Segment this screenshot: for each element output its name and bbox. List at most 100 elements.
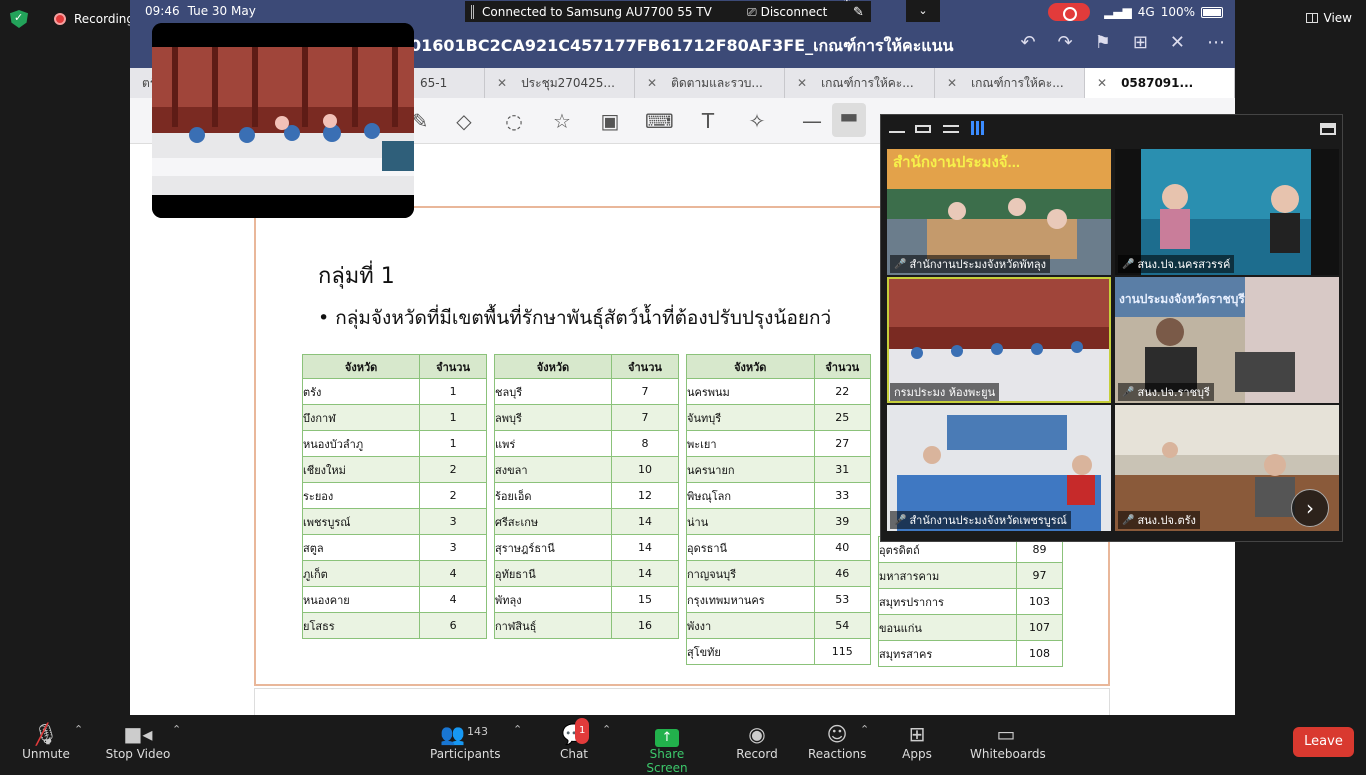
close-icon[interactable]: ✕ [497,76,507,90]
close-icon[interactable]: ✕ [797,76,807,90]
gear-icon[interactable]: ⚙ [841,0,853,5]
chevron-up-icon[interactable]: ⌃ [74,723,83,736]
lasso-icon[interactable]: ◌ [500,108,528,134]
table-row: บึงกาฬ 1 [301,404,487,431]
video-tile[interactable]: งานประมงจังหวัดราชบุรี 🎤 สนง.ปจ.ราชบุรี [1115,277,1339,403]
redo-icon[interactable]: ↷ [1058,32,1073,53]
share-screen-button[interactable]: ↑ Share Screen [630,721,704,775]
province-cell: แพร่ [494,430,612,457]
video-tile-active[interactable]: กรมประมง ห้องพะยูน [887,277,1111,403]
overlay-text: งานประมงจังหวัดราชบุรี [1119,292,1245,307]
record-dot-icon [54,13,66,25]
close-icon[interactable]: ✕ [1097,76,1107,90]
disconnect-button[interactable]: ⎚ Disconnect [747,5,827,20]
whiteboards-button[interactable]: ▭ Whiteboards [970,721,1046,761]
text-box-icon[interactable]: T [694,108,722,134]
pin-icon[interactable]: ✎ [853,5,864,20]
battery-label: 100% [1160,5,1195,19]
image-icon[interactable]: ▣ [596,108,624,134]
minimize-icon[interactable] [889,123,905,133]
share-screen-icon: ↑ [630,721,704,747]
chat-button[interactable]: 💬 1 Chat [557,718,591,761]
thin-line-icon[interactable]: — [798,108,826,134]
active-speaker-video[interactable] [152,23,414,218]
chat-icon: 💬 1 [557,718,591,747]
view-icon [1305,13,1318,23]
count-cell: 40 [813,534,872,561]
video-tile[interactable]: สำนักงานประมงจั... 🎤 สำนักงานประมงจังหวัด… [887,149,1111,275]
chevron-down-icon[interactable]: ⌄ [906,0,940,22]
table-row: สุราษฎร์ธานี 14 [494,534,680,561]
document-title[interactable]: 01601BC2CA921C457177FB61712F80AF3FE_เกณฑ… [410,34,953,59]
col-count: จำนวน [610,354,680,379]
chevron-up-icon[interactable]: ⌃ [513,723,522,736]
pop-out-icon[interactable] [1320,123,1336,135]
sticker-icon[interactable]: ☆ [548,108,576,134]
participant-name: กรมประมง ห้องพะยูน [890,383,1000,401]
leave-button[interactable]: Leave [1293,727,1354,757]
tab-3[interactable]: ✕ ประชุม270425... [485,68,635,98]
tab-4[interactable]: ✕ ติดตามและรวบ... [635,68,785,98]
laser-icon[interactable]: ✧ [743,108,771,134]
count-cell: 33 [813,482,872,509]
tab-7-active[interactable]: ✕ 0587091... [1085,68,1235,98]
participant-name: 🎤 สนง.ปจ.ราชบุรี [1118,383,1214,401]
tools-icon[interactable]: ✕ [1170,32,1185,53]
status-date: Tue 30 May [187,4,256,18]
bookmark-icon[interactable]: ⚑ [1095,32,1111,53]
province-cell: สตูล [301,534,421,561]
data-table-1: จังหวัด จำนวน ตรัง 1 บึงกาฬ 1 หนองบัวลำภู 1 เช… [301,354,487,639]
col-count: จำนวน [419,354,487,379]
province-cell: จันทบุรี [686,404,815,431]
stop-video-button[interactable]: ■◂ Stop Video [105,721,171,761]
mic-off-icon: 🎤 [894,514,907,526]
more-icon[interactable]: ⋯ [1207,32,1225,53]
count-cell: 15 [610,586,680,613]
keyboard-icon[interactable]: ⌨ [645,108,674,134]
tab-6[interactable]: ✕ เกณฑ์การให้คะ... [935,68,1085,98]
participants-button[interactable]: 👥 143 Participants [430,721,501,761]
record-button[interactable]: ◉ Record [735,721,779,761]
undo-icon[interactable]: ↶ [1020,32,1035,53]
table-row: ชลบุรี 7 [494,378,680,405]
add-page-icon[interactable]: ⊞ [1133,32,1148,53]
table-row: ตรัง 1 [301,378,487,405]
cast-off-icon: ⎚ [747,4,757,19]
shapes-icon[interactable]: ◇ [450,108,478,134]
view-button[interactable]: View [1305,11,1352,25]
screen-record-icon [1048,3,1091,21]
chevron-up-icon[interactable]: ⌃ [172,723,181,736]
count-cell: 3 [419,534,487,561]
speaker-view-icon[interactable] [915,125,931,133]
participant-name-text: สำนักงานประมงจังหวัดเพชรบูรณ์ [909,514,1067,527]
count-cell: 27 [813,430,872,457]
close-icon[interactable]: ✕ [647,76,657,90]
province-cell: สมุทรปราการ [878,588,1017,615]
count-cell: 12 [610,482,680,509]
chevron-up-icon[interactable]: ⌃ [602,723,611,736]
apps-label: Apps [902,747,932,761]
count-cell: 14 [610,534,680,561]
tab-label: เกณฑ์การให้คะ... [971,76,1064,90]
next-page-button[interactable]: › [1291,489,1329,527]
unmute-button[interactable]: 🎙 ╱ Unmute [22,721,70,761]
battery-icon [1201,6,1223,18]
video-tile[interactable]: 🎤 สนง.ปจ.นครสวรรค์ [1115,149,1339,275]
gallery-view-icon[interactable] [971,121,985,135]
thick-line-icon[interactable]: ▬ [832,103,866,137]
strip-view-icon[interactable] [943,125,959,133]
province-cell: สงขลา [494,456,612,483]
chevron-up-icon[interactable]: ⌃ [860,723,869,736]
count-cell: 103 [1015,588,1064,615]
apps-button[interactable]: ⊞ Apps [900,721,934,761]
view-label: View [1323,11,1352,25]
col-count: จำนวน [813,354,872,379]
close-icon[interactable]: ✕ [947,76,957,90]
count-cell: 1 [419,430,487,457]
record-icon: ◉ [748,722,766,746]
reactions-button[interactable]: ☺ Reactions [808,721,866,761]
drag-handle-icon[interactable] [471,5,474,19]
participant-name-text: สนง.ปจ.ตรัง [1137,514,1196,527]
video-tile[interactable]: 🎤 สำนักงานประมงจังหวัดเพชรบูรณ์ [887,405,1111,531]
tab-5[interactable]: ✕ เกณฑ์การให้คะ... [785,68,935,98]
